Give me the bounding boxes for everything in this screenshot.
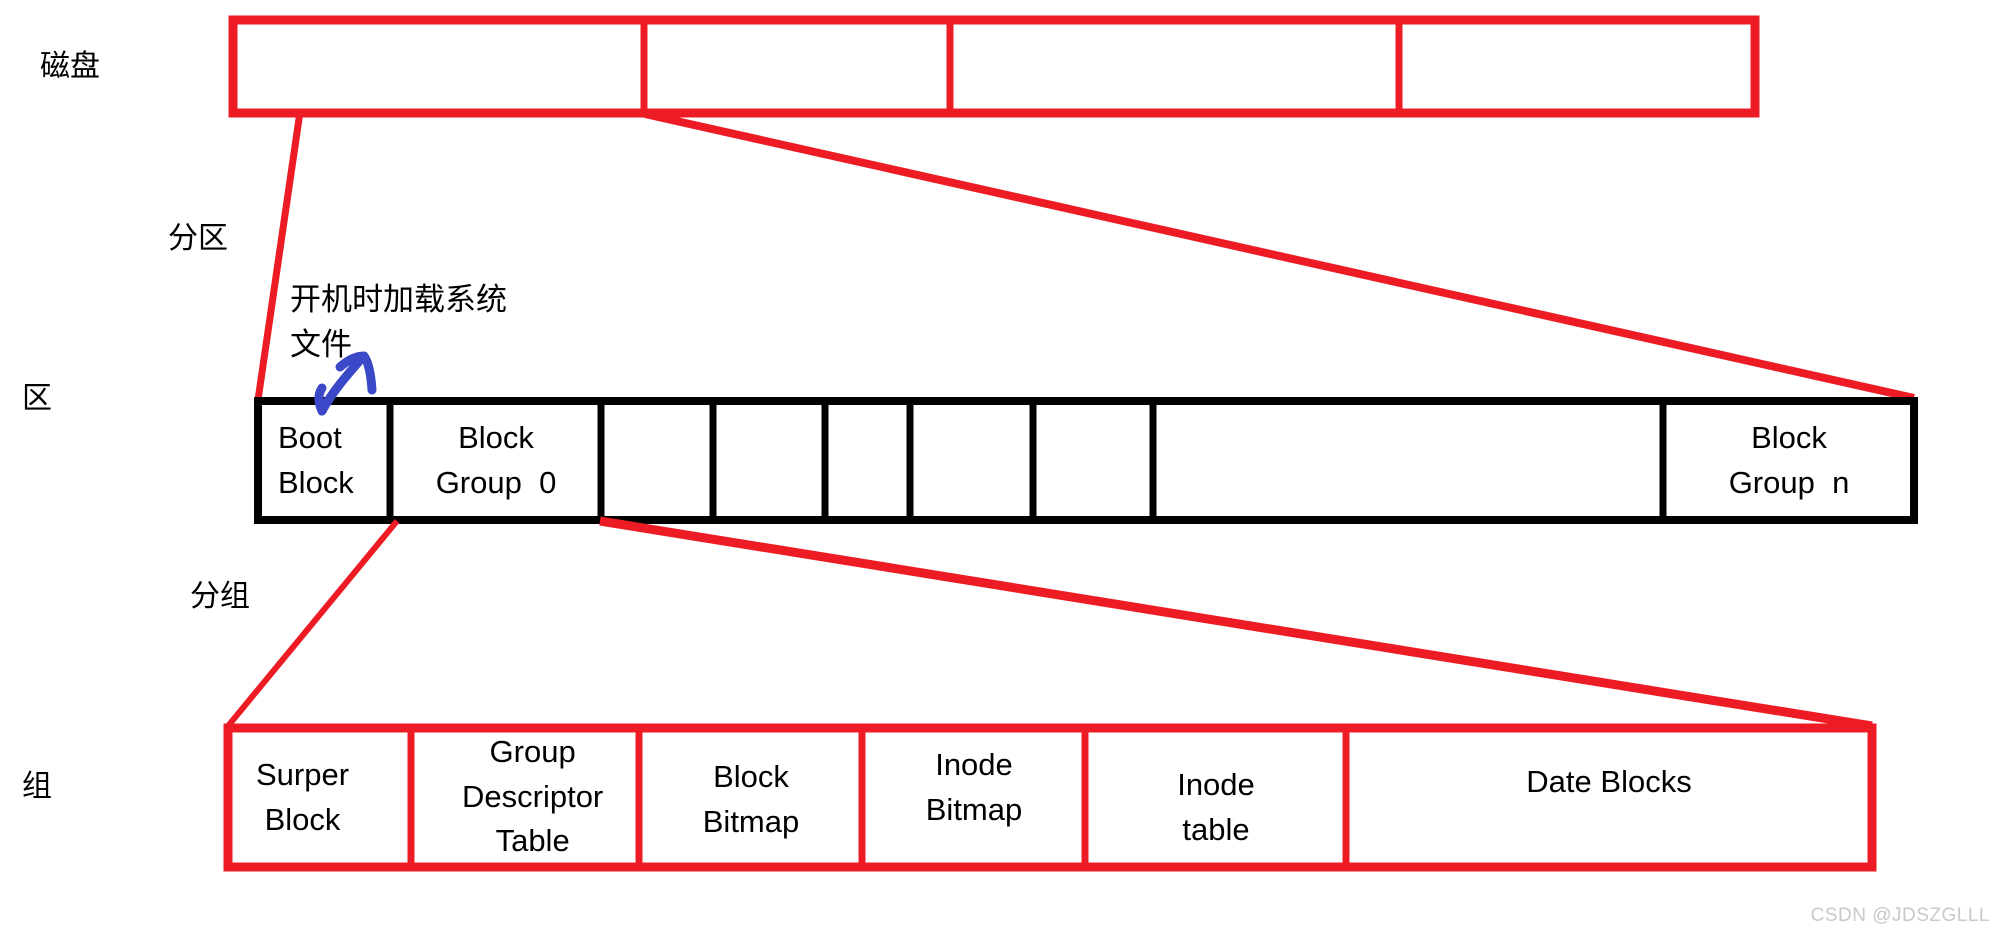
label-partition: 分区 [168, 221, 228, 256]
partition-cell-block-group-0-line2: Group 0 [435, 465, 557, 500]
diagram-canvas: 磁盘 分区 区 分组 组 开机时加载系统文件 Boot Block Block … [0, 0, 2004, 935]
partition-cell-block-group-n-line1: Block [1751, 420, 1827, 456]
disk-row-frame [228, 15, 1760, 118]
group-cell-inode-table: Inode table [1087, 758, 1345, 858]
group-cell-data-blocks-label: Date Blocks [1526, 763, 1692, 799]
watermark: CSDN @JDSZGLLL [1810, 905, 1990, 926]
label-area: 区 [22, 381, 52, 416]
partition-cell-boot-block: Boot Block [278, 415, 384, 507]
group-cell-block-bitmap-label: Block Bitmap [702, 759, 800, 839]
group-cell-block-bitmap: Block Bitmap [641, 750, 861, 850]
partition-cell-block-group-n: Block Group n [1665, 415, 1913, 507]
partition-cell-block-group-0-line1: Block [458, 420, 534, 456]
connector-partition-to-group [225, 516, 1873, 731]
group-cell-inode-bitmap-label: Inode Bitmap [925, 747, 1023, 827]
partition-cell-boot-block-line1: Boot [278, 420, 342, 456]
group-cell-super-block-label: Surper Block [256, 757, 350, 837]
label-disk: 磁盘 [40, 49, 100, 84]
group-cell-inode-table-label: Inode table [1177, 767, 1255, 847]
label-group: 组 [22, 769, 52, 804]
group-cell-group-descriptor-table-label: Group Descriptor Table [462, 733, 604, 859]
label-grouping: 分组 [190, 579, 250, 614]
group-cell-super-block: Surper Block [256, 746, 406, 850]
boot-note: 开机时加载系统文件 [290, 282, 507, 363]
group-cell-inode-bitmap: Inode Bitmap [864, 738, 1084, 838]
group-cell-data-blocks: Date Blocks [1348, 752, 1870, 812]
group-cell-group-descriptor-table: Group Descriptor Table [462, 730, 642, 864]
partition-cell-block-group-n-line2: Group n [1728, 465, 1850, 500]
partition-cell-boot-block-line2: Block [278, 465, 354, 500]
partition-cell-block-group-0: Block Group 0 [392, 415, 600, 507]
